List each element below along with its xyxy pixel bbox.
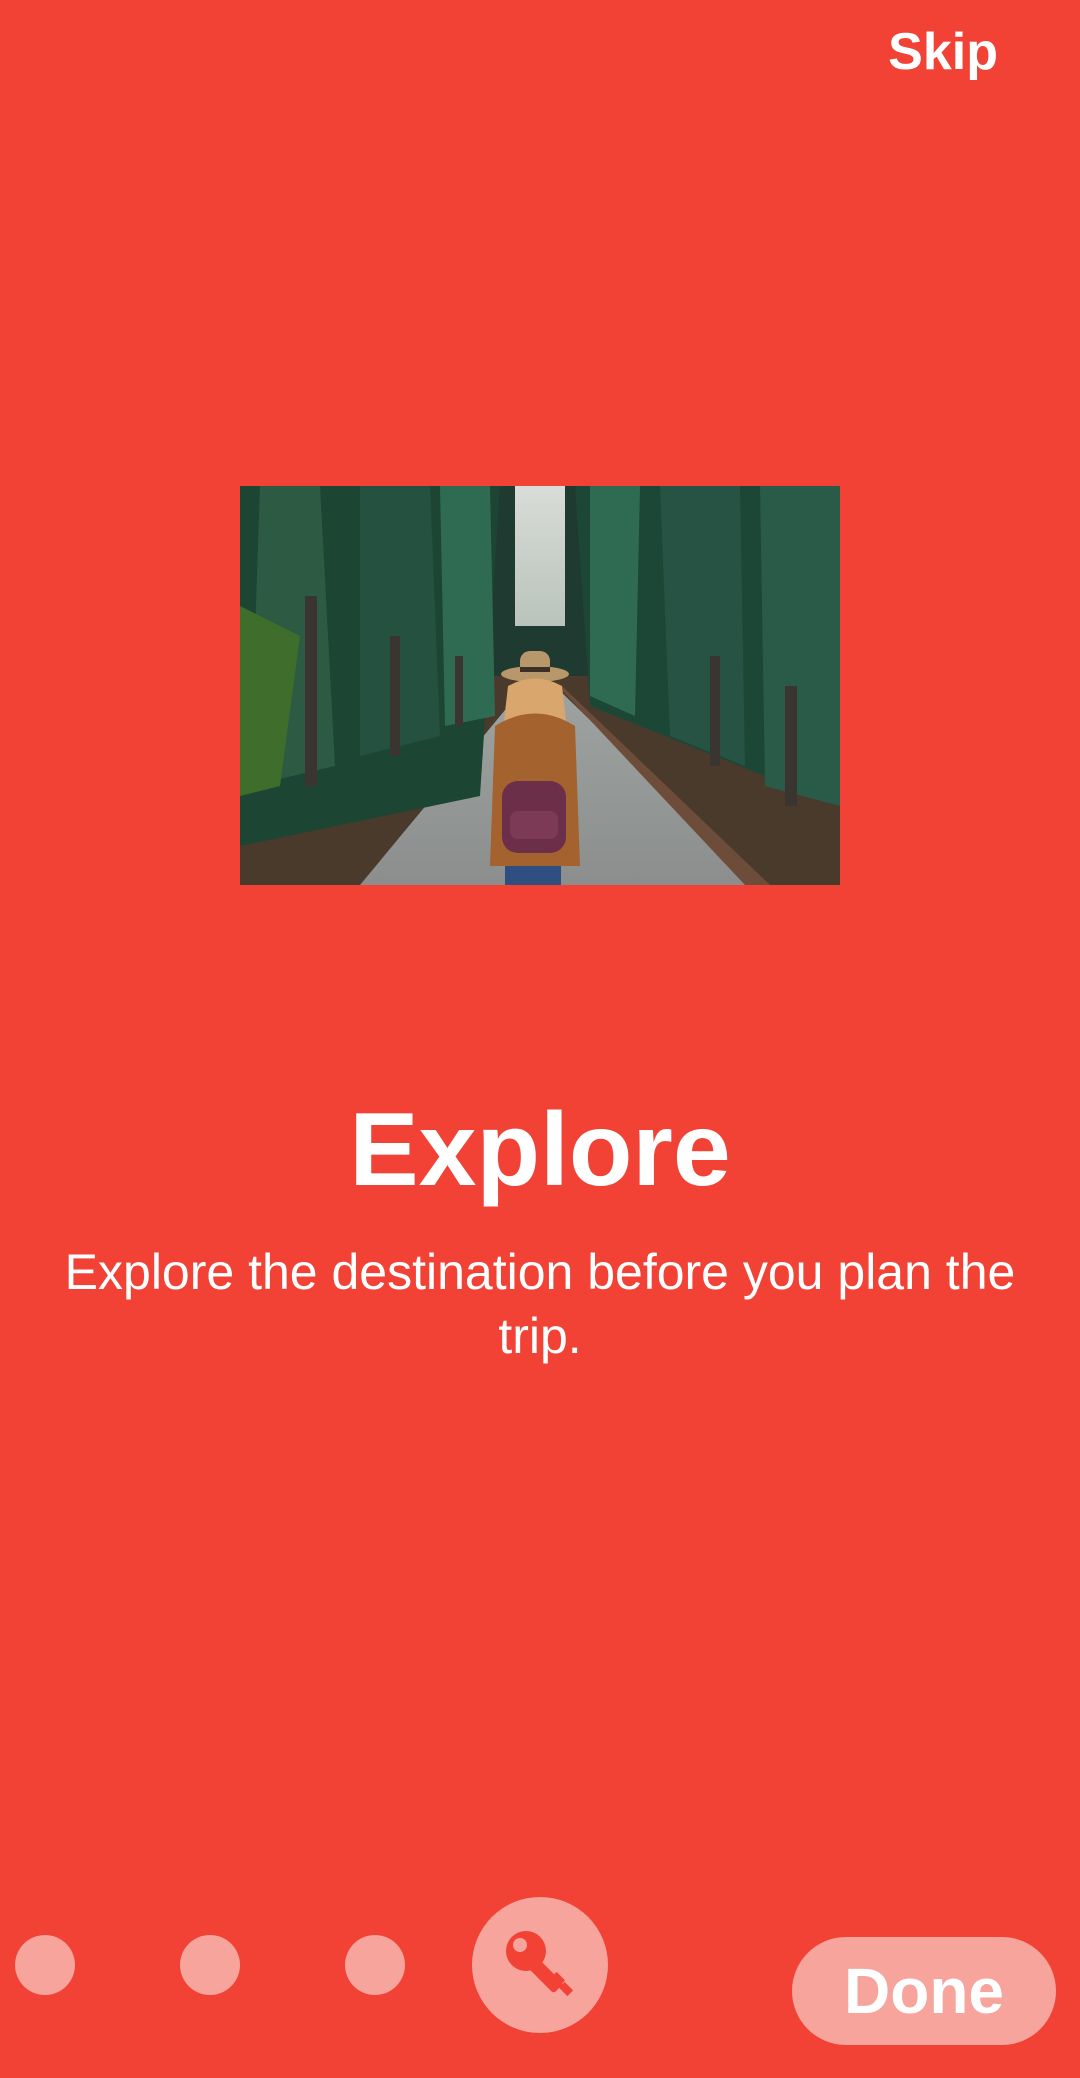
page-indicator-dot-2[interactable] (180, 1935, 240, 1995)
page-indicator-dot-1[interactable] (15, 1935, 75, 1995)
hero-image (240, 486, 840, 885)
key-icon (506, 1931, 574, 1997)
slide-title: Explore (349, 1092, 731, 1208)
page-indicator-active[interactable] (472, 1897, 608, 2033)
slide-description: Explore the destination before you plan … (64, 1244, 1016, 1364)
forest-path-illustration (240, 486, 840, 885)
onboarding-screen: Skip Explore Explore the destination bef… (0, 0, 1080, 2078)
done-button[interactable]: Done (792, 1937, 1056, 2045)
skip-button[interactable]: Skip (888, 14, 998, 90)
page-indicator-dot-3[interactable] (345, 1935, 405, 1995)
